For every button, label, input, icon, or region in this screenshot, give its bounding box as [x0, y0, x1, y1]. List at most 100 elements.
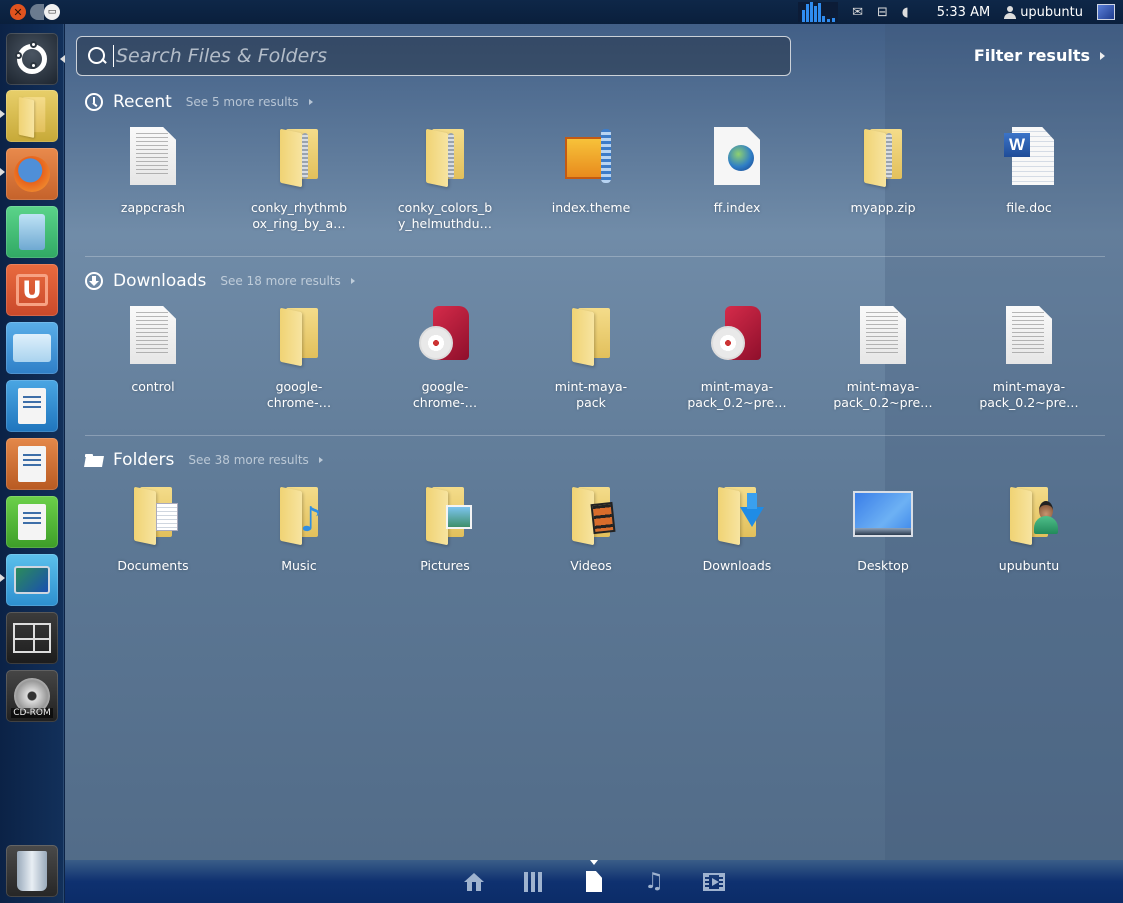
file-icon: [586, 871, 602, 892]
result-item[interactable]: index.theme: [518, 124, 664, 232]
result-item[interactable]: ♪ Music: [226, 482, 372, 574]
section-folders: Folders See 38 more results Documents ♪ M…: [85, 448, 1105, 574]
maximize-icon: ▭: [47, 6, 57, 17]
launcher-cd-rom[interactable]: CD-ROM: [6, 670, 58, 722]
result-label: conky_colors_b y_helmuthdu…: [397, 200, 493, 231]
search-input[interactable]: [114, 45, 754, 67]
messaging-icon[interactable]: ✉: [852, 5, 863, 20]
result-label: google- chrome-…: [266, 379, 332, 410]
running-indicator: [0, 110, 5, 118]
result-item[interactable]: mint-maya- pack: [518, 303, 664, 411]
videos-folder-icon: [559, 482, 623, 546]
zip-folder-icon: [267, 124, 331, 188]
result-item[interactable]: Downloads: [664, 482, 810, 574]
result-label: conky_rhythmb ox_ring_by_a…: [250, 200, 348, 231]
launcher-libreoffice-writer[interactable]: [6, 380, 58, 432]
home-icon: [464, 872, 484, 891]
launcher-control-panel[interactable]: [6, 322, 58, 374]
desktop-icon: [851, 482, 915, 546]
chevron-right-icon: [350, 278, 355, 284]
result-item[interactable]: conky_colors_b y_helmuthdu…: [372, 124, 518, 232]
result-item[interactable]: conky_rhythmb ox_ring_by_a…: [226, 124, 372, 232]
launcher-firefox[interactable]: [6, 148, 58, 200]
result-item[interactable]: mint-maya- pack_0.2~pre…: [664, 303, 810, 411]
section-title: Folders: [113, 450, 175, 470]
results-grid: control google- chrome-… google- chrome-…: [80, 303, 1105, 411]
search-box[interactable]: [76, 36, 791, 76]
results-grid: Documents ♪ Music Pictures Videos Downloa…: [80, 482, 1105, 574]
close-icon: ✕: [13, 5, 23, 19]
home-folder-icon: [997, 482, 1061, 546]
result-item[interactable]: upubuntu: [956, 482, 1102, 574]
dash: Filter results Recent See 5 more results…: [65, 24, 1123, 860]
result-label: zappcrash: [120, 200, 186, 215]
launcher-windows-installer[interactable]: [6, 206, 58, 258]
clock[interactable]: 5:33 AM: [937, 5, 990, 20]
result-item[interactable]: file.doc: [956, 124, 1102, 232]
running-indicator: [0, 168, 5, 176]
launcher-libreoffice-calc[interactable]: [6, 496, 58, 548]
result-item[interactable]: mint-maya- pack_0.2~pre…: [810, 303, 956, 411]
downloads-folder-icon: [705, 482, 769, 546]
result-item[interactable]: google- chrome-…: [226, 303, 372, 411]
result-item[interactable]: Videos: [518, 482, 664, 574]
result-item[interactable]: Desktop: [810, 482, 956, 574]
launcher-trash[interactable]: [6, 845, 58, 897]
lens-home[interactable]: [444, 860, 504, 903]
window-controls: ✕ ▭: [10, 4, 60, 20]
section-downloads: Downloads See 18 more results control go…: [85, 269, 1105, 411]
lens-video[interactable]: [684, 860, 744, 903]
chevron-right-icon: [1100, 51, 1105, 60]
result-label: google- chrome-…: [412, 379, 478, 410]
folder-icon: [267, 303, 331, 367]
network-icon[interactable]: ⊟: [877, 5, 888, 20]
result-label: ff.index: [713, 200, 761, 215]
lens-music[interactable]: ♫: [624, 860, 684, 903]
calc-icon: [18, 504, 46, 540]
see-more-label: See 18 more results: [220, 274, 341, 288]
minimize-button[interactable]: [30, 4, 44, 20]
see-more-link[interactable]: See 18 more results: [220, 274, 355, 288]
system-monitor-icon[interactable]: [798, 2, 839, 22]
zip-folder-icon: [413, 124, 477, 188]
session-icon[interactable]: [1097, 4, 1115, 20]
result-item[interactable]: Documents: [80, 482, 226, 574]
launcher-dash-home[interactable]: [6, 33, 58, 85]
result-label: Pictures: [420, 558, 470, 573]
close-button[interactable]: ✕: [10, 4, 26, 20]
result-item[interactable]: zappcrash: [80, 124, 226, 232]
folder-icon: [85, 451, 103, 469]
result-item[interactable]: ff.index: [664, 124, 810, 232]
lens-files[interactable]: [564, 860, 624, 903]
volume-icon[interactable]: ◖: [902, 5, 909, 20]
result-label: file.doc: [1006, 200, 1052, 215]
result-label: Music: [281, 558, 317, 573]
launcher-files[interactable]: [6, 90, 58, 142]
trash-icon: [17, 851, 47, 891]
writer-icon: [18, 388, 46, 424]
filter-results-label: Filter results: [973, 46, 1090, 65]
see-more-link[interactable]: See 5 more results: [186, 95, 313, 109]
maximize-button[interactable]: ▭: [44, 4, 60, 20]
launcher-libreoffice-impress[interactable]: [6, 438, 58, 490]
result-label: Downloads: [702, 558, 772, 573]
launcher-ubuntu-one[interactable]: U: [6, 264, 58, 316]
result-item[interactable]: control: [80, 303, 226, 411]
launcher-workspace-switcher[interactable]: [6, 612, 58, 664]
filter-results-button[interactable]: Filter results: [974, 46, 1105, 65]
text-document-icon: [851, 303, 915, 367]
video-icon: [703, 872, 725, 891]
running-indicator: [0, 574, 5, 582]
folder-icon: [559, 303, 623, 367]
user-menu[interactable]: upubuntu: [1004, 5, 1083, 20]
result-item[interactable]: mint-maya- pack_0.2~pre…: [956, 303, 1102, 411]
top-panel: ✕ ▭ ✉ ⊟ ◖ 5:33 AM upubuntu: [0, 0, 1123, 24]
result-item[interactable]: myapp.zip: [810, 124, 956, 232]
result-item[interactable]: google- chrome-…: [372, 303, 518, 411]
see-more-link[interactable]: See 38 more results: [188, 453, 323, 467]
result-item[interactable]: Pictures: [372, 482, 518, 574]
lens-applications[interactable]: [504, 860, 564, 903]
archiver-icon: [559, 124, 623, 188]
launcher-paint[interactable]: [6, 554, 58, 606]
result-label: upubuntu: [998, 558, 1060, 573]
